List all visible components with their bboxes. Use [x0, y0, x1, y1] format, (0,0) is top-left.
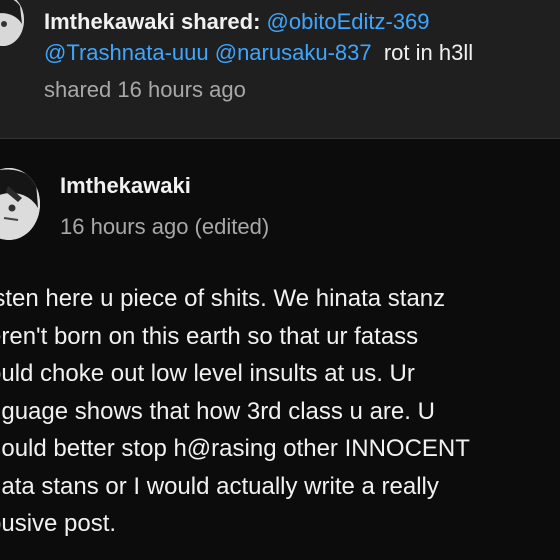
shared-verb: shared:	[174, 9, 267, 34]
post-body-line: hould better stop h@rasing other INNOCEN…	[0, 435, 470, 462]
divider	[0, 138, 560, 139]
post-body-line: hata stans or I would actually write a r…	[0, 472, 439, 500]
mention-link[interactable]: @obitoEditz-369	[267, 9, 430, 34]
post-body: isten here u piece of shits. We hinata s…	[0, 280, 560, 543]
author-name[interactable]: Imthekawaki	[60, 173, 191, 199]
shared-by-avatar[interactable]	[0, 0, 24, 46]
mention-link[interactable]: @narusaku-837	[215, 40, 372, 65]
post-timestamp: 16 hours ago (edited)	[60, 214, 270, 239]
author-avatar[interactable]	[0, 168, 40, 240]
post-body-line: ould choke out low level insults at us. …	[0, 360, 415, 387]
post-body-line: busive post.	[0, 510, 117, 537]
shared-by-username[interactable]: Imthekawaki	[44, 9, 175, 34]
mention-link[interactable]: @Trashnata-uuu	[44, 40, 209, 65]
post-body-line: nguage shows that how 3rd class u are. U	[0, 397, 435, 425]
share-message: rot in h3ll	[383, 40, 474, 65]
share-line: Imthekawaki shared: @obitoEditz-369 @Tra…	[44, 6, 554, 68]
shared-post-card: Imthekawaki shared: @obitoEditz-369 @Tra…	[0, 0, 560, 138]
share-timestamp: shared 16 hours ago	[44, 77, 246, 102]
post-body-line: eren't born on this earth so that ur fat…	[0, 322, 419, 350]
post-body-line: isten here u piece of shits. We hinata s…	[0, 285, 446, 312]
